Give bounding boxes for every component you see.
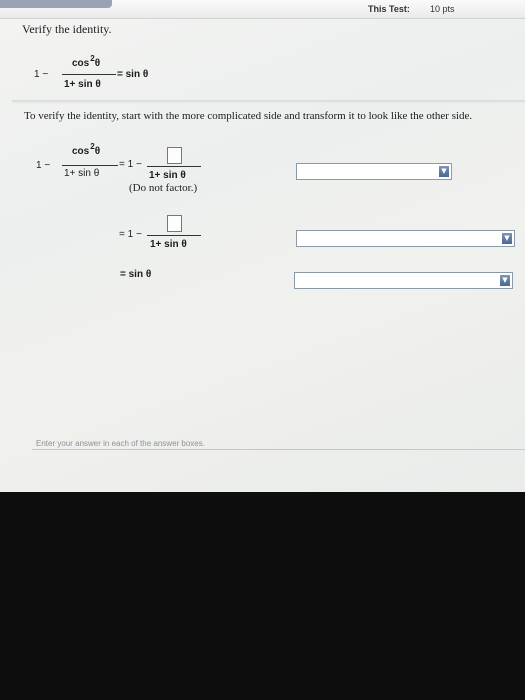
step2-denominator: 1+ sin θ	[150, 239, 187, 250]
step2-fraction-bar	[147, 235, 201, 236]
step2-numerator-answer-box[interactable]	[167, 215, 182, 232]
step3-result: = sin θ	[120, 269, 152, 280]
chevron-down-icon[interactable]: ▼	[500, 275, 510, 286]
step2-reason-dropdown[interactable]: ▼	[296, 230, 515, 247]
exercise-screen: This Test: 10 pts Verify the identity. 1…	[0, 0, 525, 492]
step3-reason-dropdown[interactable]: ▼	[294, 272, 513, 289]
step2-equals: = 1 −	[119, 229, 142, 240]
chevron-down-icon[interactable]: ▼	[502, 233, 512, 244]
step-2: = 1 − 1+ sin θ	[0, 0, 525, 260]
answer-hint: Enter your answer in each of the answer …	[36, 439, 205, 448]
footer-divider	[32, 449, 525, 450]
